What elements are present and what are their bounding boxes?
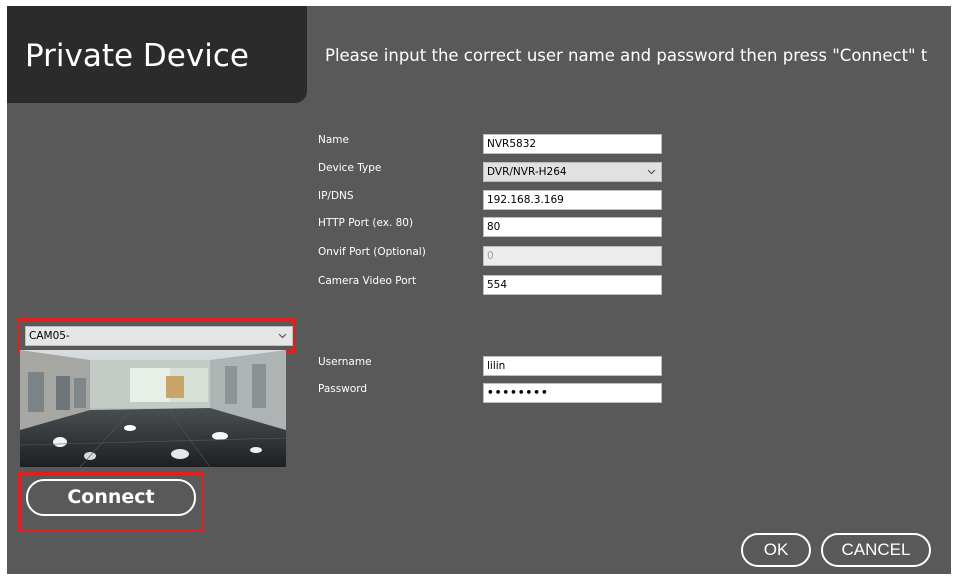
http-port-label: HTTP Port (ex. 80) (318, 217, 414, 229)
ip-dns-label: IP/DNS (318, 190, 354, 202)
title-tab: Private Device (7, 6, 307, 103)
username-label: Username (318, 356, 372, 368)
instruction-text: Please input the correct user name and p… (325, 46, 928, 65)
camera-preview-image (20, 350, 286, 467)
device-type-value: DVR/NVR-H264 (487, 166, 567, 178)
chevron-down-icon (278, 333, 287, 339)
name-field[interactable]: NVR5832 (483, 134, 662, 154)
password-label: Password (318, 383, 368, 395)
camera-select-highlight: CAM05- (17, 318, 295, 353)
connect-button[interactable]: Connect (26, 479, 196, 516)
camera-select-value: CAM05- (29, 330, 70, 342)
device-type-label: Device Type (318, 162, 382, 174)
http-port-field[interactable]: 80 (483, 217, 662, 237)
chevron-down-icon (647, 169, 656, 175)
page-title: Private Device (25, 38, 249, 74)
camera-select[interactable]: CAM05- (25, 326, 293, 346)
name-label: Name (318, 134, 349, 146)
ok-button[interactable]: OK (741, 533, 811, 567)
camera-video-port-label: Camera Video Port (318, 275, 417, 287)
device-type-select[interactable]: DVR/NVR-H264 (483, 162, 662, 182)
connect-button-highlight: Connect (18, 472, 204, 532)
onvif-port-field: 0 (483, 246, 662, 266)
cancel-button[interactable]: CANCEL (821, 533, 931, 567)
password-field[interactable]: •••••••• (483, 383, 662, 403)
camera-video-port-field[interactable]: 554 (483, 275, 662, 295)
ip-dns-field[interactable]: 192.168.3.169 (483, 190, 662, 210)
onvif-port-label: Onvif Port (Optional) (318, 246, 426, 258)
private-device-window: Private Device Please input the correct … (7, 6, 951, 574)
username-field[interactable]: lilin (483, 356, 662, 376)
